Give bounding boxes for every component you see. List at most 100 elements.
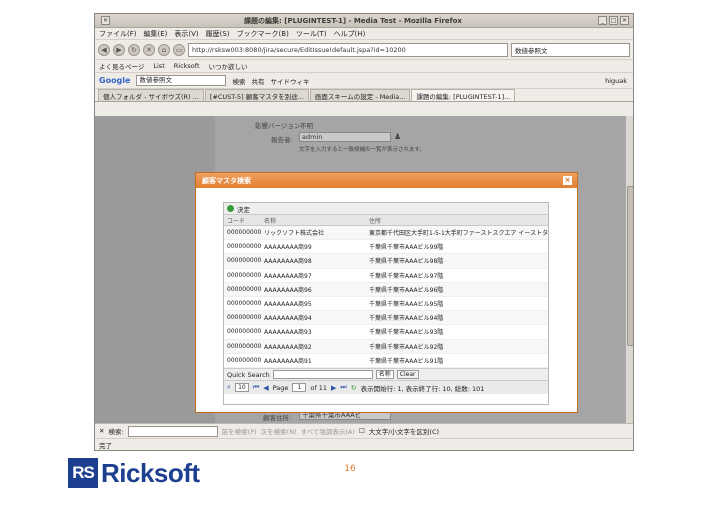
menu-view[interactable]: 表示(V)	[174, 29, 198, 39]
web-search-box[interactable]: 数値参照文	[511, 42, 630, 57]
table-row[interactable]: 00000000000AAAAAAAA商93 千葉県千葉市AAAビル93階	[224, 325, 548, 340]
prev-page-icon[interactable]: ◀	[263, 384, 268, 392]
maximize-icon[interactable]: □	[609, 16, 618, 25]
google-logo: Google	[99, 76, 131, 85]
window-menu-icon[interactable]: ✕	[101, 16, 110, 25]
google-search-button[interactable]: 検索	[232, 76, 245, 86]
url-text: http://rsksw003:8080/jira/secure/EditIss…	[192, 45, 406, 54]
google-account-button[interactable]: higuak	[605, 77, 627, 85]
cell-name: AAAAAAAA商98	[264, 258, 312, 266]
find-prev-button[interactable]: 前を検索(P)	[222, 426, 257, 436]
cell-code: 00000000000	[227, 314, 261, 322]
cell-name: AAAAAAAA商93	[264, 329, 312, 337]
highlight-all-button[interactable]: すべて強調表示(A)	[301, 426, 355, 436]
cell-address: 千葉県千葉市AAAビル96階	[369, 286, 444, 294]
bookmark-folder-icon[interactable]: ▭	[173, 43, 185, 56]
scrollbar-thumb[interactable]	[627, 186, 633, 346]
find-input[interactable]	[127, 425, 218, 437]
table-row[interactable]: 00000000000AAAAAAAA商92 千葉県千葉市AAAビル92階	[224, 339, 548, 354]
cell-address: 千葉県千葉市AAAビル94階	[369, 315, 444, 323]
table-row[interactable]: 00000000000AAAAAAAA商99 千葉県千葉市AAAビル99階	[224, 240, 548, 255]
clear-button[interactable]: Clear	[396, 370, 419, 379]
status-bar: 完了	[95, 438, 633, 450]
stop-icon[interactable]: ✕	[143, 43, 155, 56]
cell-name: AAAAAAAA商97	[264, 272, 312, 280]
quick-search-input[interactable]	[272, 370, 373, 379]
page-number-input[interactable]: 1	[292, 383, 307, 392]
bookmark-list[interactable]: List	[153, 62, 164, 70]
confirm-button[interactable]: 決定	[237, 204, 250, 214]
match-case-checkbox[interactable]: ☐	[359, 427, 365, 435]
home-icon[interactable]: ⌂	[158, 43, 170, 56]
forward-icon[interactable]: ▶	[113, 43, 125, 56]
page-content: 影響バージョン: 不明 報告者: admin ♟ 文字を入力すると一致候補の一覧…	[95, 116, 633, 423]
page-label: Page	[272, 383, 289, 392]
google-search-input[interactable]: 数値参照文	[136, 75, 227, 86]
menu-tools[interactable]: ツール(T)	[296, 29, 327, 39]
reload-icon[interactable]: ↻	[128, 43, 140, 56]
tab-cust5[interactable]: [#CUST-5] 顧客マスタを別途...	[204, 89, 309, 101]
vertical-scrollbar[interactable]	[625, 116, 633, 423]
menu-help[interactable]: ヘルプ(H)	[334, 29, 366, 39]
tab-screen-scheme[interactable]: 画面スキームの設定 - Media...	[309, 89, 411, 101]
reporter-hint: 文字を入力すると一致候補の一覧が表示されます。	[299, 147, 425, 153]
table-row[interactable]: 00000000000AAAAAAAA商95 千葉県千葉市AAAビル95階	[224, 297, 548, 312]
page-count: of 11	[310, 383, 327, 392]
cell-code: 00000000000	[227, 271, 261, 279]
find-close-icon[interactable]: ✕	[99, 427, 104, 435]
cell-name: AAAAAAAA商92	[264, 343, 312, 351]
web-search-text: 数値参照文	[515, 46, 548, 55]
version-label: 影響バージョン:	[255, 122, 303, 130]
next-page-icon[interactable]: ▶	[331, 384, 336, 392]
bookmark-ricksoft[interactable]: Ricksoft	[174, 62, 200, 70]
navigation-toolbar: ◀ ▶ ↻ ✕ ⌂ ▭ http://rsksw003:8080/jira/se…	[95, 40, 633, 60]
bookmarks-toolbar: よく見るページ List Ricksoft いつか欲しい	[95, 60, 633, 73]
cell-code: 00000000000	[227, 243, 261, 251]
menu-edit[interactable]: 編集(E)	[144, 29, 168, 39]
google-share-button[interactable]: 共有	[251, 76, 264, 86]
tab-label: 個人フォルダ - サイボウズ(R) ...	[103, 92, 199, 101]
logo-text: Ricksoft	[101, 457, 200, 488]
cell-name: AAAAAAAA商96	[264, 286, 312, 294]
cell-code: 00000000000	[227, 300, 261, 308]
minimize-icon[interactable]: _	[598, 16, 607, 25]
column-name[interactable]: 名称	[261, 216, 366, 225]
table-row[interactable]: 00000000000AAAAAAAA商94 千葉県千葉市AAAビル94階	[224, 311, 548, 326]
cell-code: 00000000000	[227, 285, 261, 293]
close-icon[interactable]: ✕	[620, 16, 629, 25]
search-icon[interactable]: ⌕	[227, 383, 231, 392]
table-row[interactable]: 00000000000AAAAAAAA商96 千葉県千葉市AAAビル96階	[224, 282, 548, 297]
table-row[interactable]: 00000000000AAAAAAAA商91 千葉県千葉市AAAビル91階	[224, 354, 548, 368]
tab-cybozu[interactable]: 個人フォルダ - サイボウズ(R) ...	[98, 89, 204, 101]
table-row[interactable]: 00000000000AAAAAAAA商97 千葉県千葉市AAAビル97階	[224, 269, 548, 283]
last-page-icon[interactable]: ⏭	[340, 383, 346, 392]
menu-file[interactable]: ファイル(F)	[99, 29, 137, 39]
menu-bookmarks[interactable]: ブックマーク(B)	[237, 29, 289, 39]
table-row[interactable]: 00000000000AAAAAAAA商98 千葉県千葉市AAAビル98階	[224, 254, 548, 269]
user-picker-icon[interactable]: ♟	[394, 132, 401, 141]
refresh-icon[interactable]: ↻	[351, 384, 357, 392]
cell-code: 00000000000	[227, 342, 261, 350]
google-sidewiki-button[interactable]: サイドウィキ	[270, 76, 309, 86]
menu-history[interactable]: 履歴(S)	[206, 29, 230, 39]
address-label: 顧客住所:	[263, 414, 292, 422]
tab-label: [#CUST-5] 顧客マスタを別途...	[209, 92, 304, 101]
page-size-select[interactable]: 10	[234, 383, 249, 392]
bookmark-someday[interactable]: いつか欲しい	[209, 61, 248, 71]
column-code[interactable]: コード	[224, 216, 261, 225]
find-next-button[interactable]: 次を検索(N)	[261, 426, 297, 436]
browser-window: ✕ 課題の編集: [PLUGINTEST-1] - Media Test - M…	[94, 13, 634, 451]
customer-search-dialog: 顧客マスタ検索 × 決定 コード 名称 住所 00000000000リックソフト…	[195, 172, 578, 413]
url-bar[interactable]: http://rsksw003:8080/jira/secure/EditIss…	[188, 42, 508, 57]
search-field-select[interactable]: 名称	[375, 370, 394, 379]
tab-edit-issue[interactable]: 課題の編集: [PLUGINTEST-1]...	[411, 89, 516, 101]
back-icon[interactable]: ◀	[98, 43, 110, 56]
table-row[interactable]: 00000000000リックソフト株式会社 東京都千代田区大手町1-5-1大手町フ…	[224, 226, 548, 241]
match-case-label: 大文字/小文字を区別(C)	[368, 428, 440, 436]
dialog-close-button[interactable]: ×	[563, 176, 572, 185]
column-address[interactable]: 住所	[366, 216, 548, 225]
first-page-icon[interactable]: ⏮	[253, 383, 259, 392]
bookmark-frequent[interactable]: よく見るページ	[99, 61, 144, 71]
reporter-input[interactable]: admin	[299, 132, 391, 142]
tab-label: 画面スキームの設定 - Media...	[314, 92, 406, 101]
